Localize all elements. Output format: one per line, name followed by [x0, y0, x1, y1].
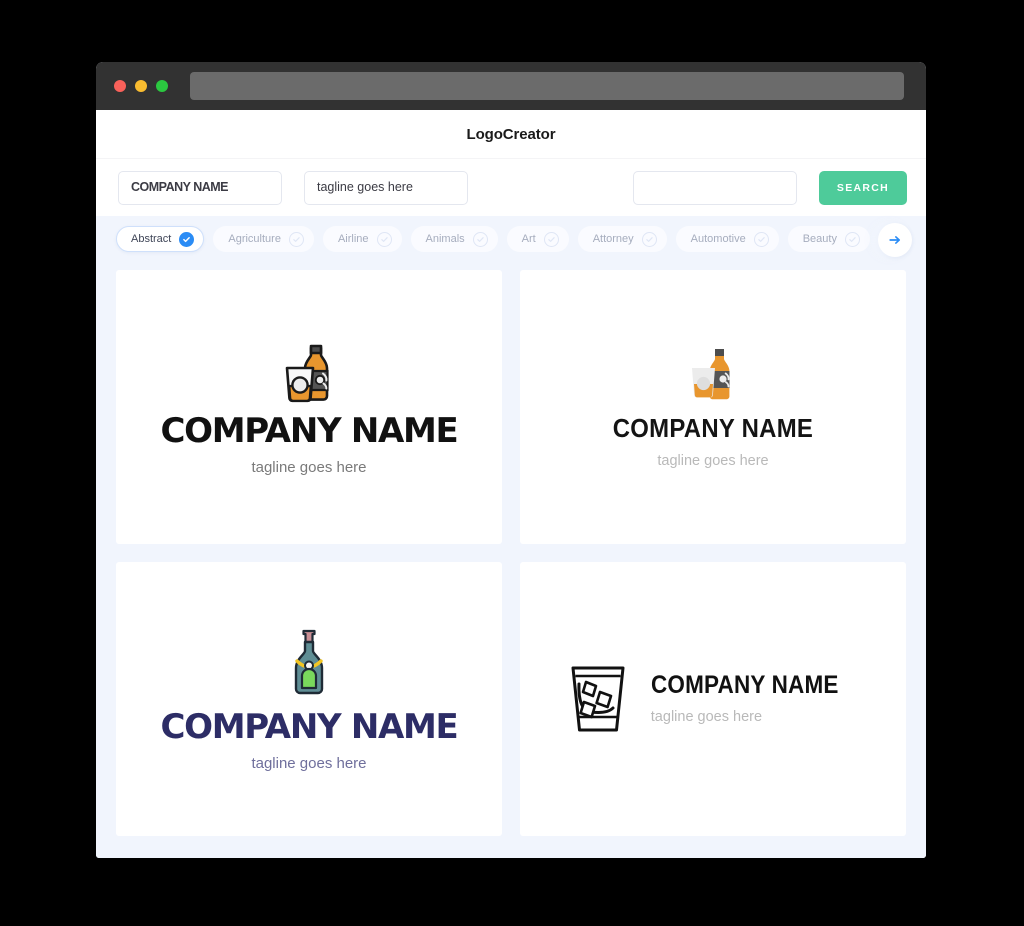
browser-titlebar: [96, 62, 926, 110]
category-chip-airline[interactable]: Airline: [322, 226, 402, 252]
url-bar[interactable]: [190, 72, 904, 100]
logo-preview: COMPANY NAME tagline goes here: [160, 628, 459, 772]
logo-card[interactable]: COMPANY NAME tagline goes here: [520, 562, 906, 836]
logo-tagline: tagline goes here: [251, 754, 367, 772]
category-chip-automotive[interactable]: Automotive: [675, 226, 779, 252]
check-circle-icon: [472, 231, 488, 247]
category-chip-label: Art: [521, 233, 536, 245]
check-circle-icon: [753, 231, 769, 247]
check-circle-icon: [844, 231, 860, 247]
category-chip-list: Abstract Agriculture Airline Animals Art…: [116, 226, 926, 252]
logo-text-block: COMPANY NAME tagline goes here: [160, 404, 459, 476]
arrow-right-icon: [889, 236, 901, 244]
check-circle-icon: [179, 231, 195, 247]
category-chip-label: Automotive: [690, 233, 746, 245]
logo-company-name: COMPANY NAME: [160, 410, 459, 451]
category-chip-label: Beauty: [802, 233, 837, 245]
next-categories-button[interactable]: [878, 223, 912, 257]
logo-preview: COMPANY NAME tagline goes here: [160, 340, 459, 476]
check-circle-icon: [288, 231, 304, 247]
check-circle-icon: [543, 231, 559, 247]
search-toolbar: COMPANY NAME tagline goes here SEARCH: [96, 158, 926, 216]
page-title: LogoCreator: [466, 125, 556, 143]
keyword-input[interactable]: [633, 170, 797, 205]
logo-card[interactable]: COMPANY NAME tagline goes here: [116, 270, 502, 544]
category-chip-beauty[interactable]: Beauty: [787, 226, 870, 252]
category-chip-label: Attorney: [592, 233, 634, 245]
logo-results-grid: COMPANY NAME tagline goes here COMPANY N…: [96, 264, 926, 858]
check-circle-icon: [376, 231, 392, 247]
category-filter-bar: Abstract Agriculture Airline Animals Art…: [96, 216, 926, 264]
logo-preview: COMPANY NAME tagline goes here: [567, 662, 859, 736]
logo-company-name: COMPANY NAME: [650, 671, 839, 700]
minimize-window-button[interactable]: [135, 80, 147, 92]
logo-preview: COMPANY NAME tagline goes here: [604, 345, 822, 469]
whiskey-bottle-and-glass-flat-icon: [682, 345, 744, 403]
category-chip-attorney[interactable]: Attorney: [577, 226, 667, 252]
whiskey-bottle-and-glass-icon: [273, 340, 345, 404]
logo-card[interactable]: COMPANY NAME tagline goes here: [116, 562, 502, 836]
tequila-bottle-icon: [284, 628, 334, 698]
logo-text-block: COMPANY NAME tagline goes here: [651, 673, 859, 725]
traffic-lights: [114, 80, 168, 92]
category-chip-label: Airline: [337, 233, 369, 245]
search-button[interactable]: SEARCH: [819, 170, 907, 205]
tagline-input[interactable]: tagline goes here: [304, 170, 468, 205]
company-name-input[interactable]: COMPANY NAME: [118, 170, 282, 205]
screenshot-stage: LogoCreator COMPANY NAME tagline goes he…: [0, 0, 1024, 926]
logo-text-block: COMPANY NAME tagline goes here: [160, 698, 459, 772]
whiskey-glass-with-ice-outline-icon: [567, 662, 629, 736]
category-chip-abstract[interactable]: Abstract: [116, 226, 205, 252]
close-window-button[interactable]: [114, 80, 126, 92]
maximize-window-button[interactable]: [156, 80, 168, 92]
logo-tagline: tagline goes here: [650, 709, 763, 726]
logo-company-name: COMPANY NAME: [160, 706, 459, 747]
logo-text-block: COMPANY NAME tagline goes here: [604, 403, 822, 469]
logo-tagline: tagline goes here: [251, 458, 367, 476]
app-header: LogoCreator: [96, 110, 926, 158]
check-circle-icon: [641, 231, 657, 247]
category-chip-label: Abstract: [131, 233, 172, 245]
category-chip-animals[interactable]: Animals: [410, 226, 498, 252]
category-chip-label: Agriculture: [228, 233, 281, 245]
category-chip-agriculture[interactable]: Agriculture: [213, 226, 314, 252]
browser-window: LogoCreator COMPANY NAME tagline goes he…: [96, 62, 926, 858]
logo-card[interactable]: COMPANY NAME tagline goes here: [520, 270, 906, 544]
logo-tagline: tagline goes here: [657, 453, 769, 470]
category-chip-label: Animals: [425, 233, 465, 245]
logo-company-name: COMPANY NAME: [612, 413, 814, 444]
category-chip-art[interactable]: Art: [506, 226, 569, 252]
